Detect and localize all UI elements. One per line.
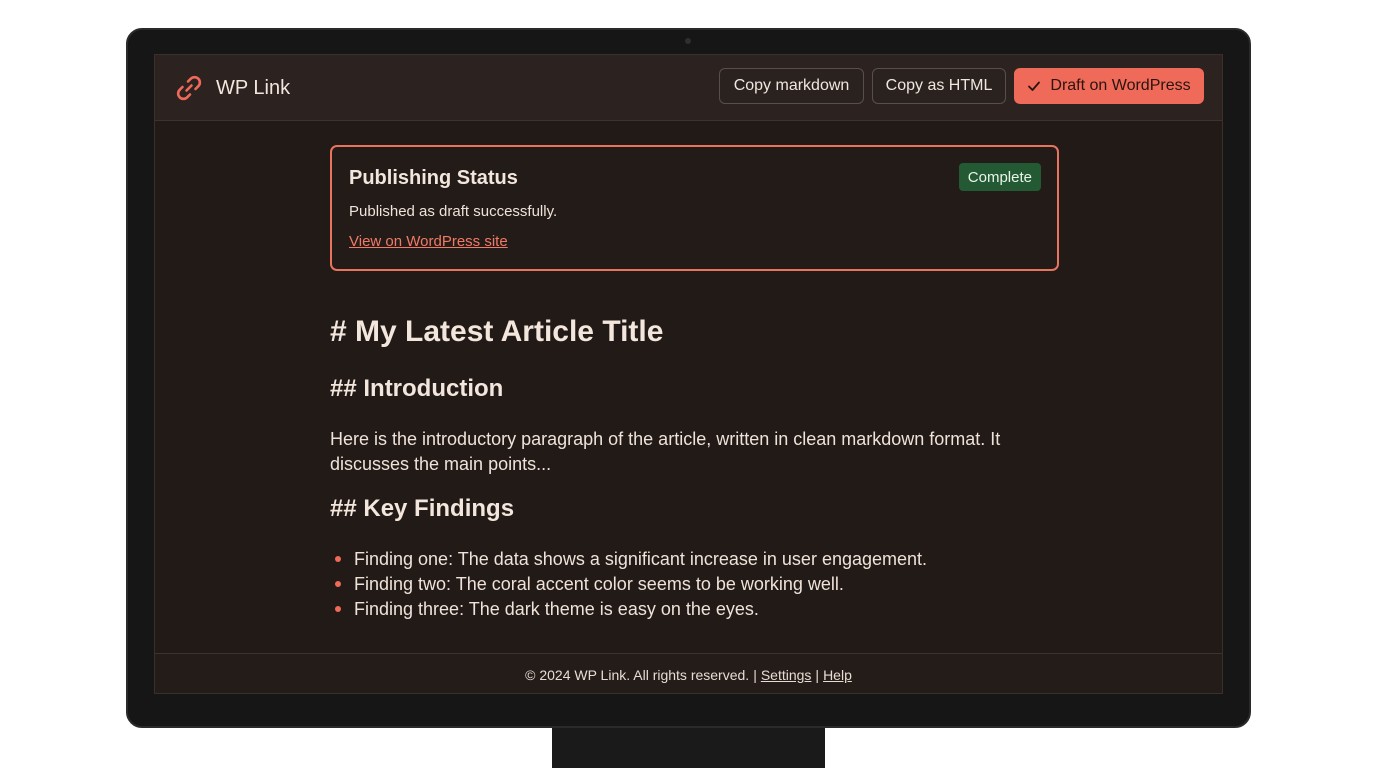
bullet-icon: [335, 606, 341, 612]
view-on-wordpress-link[interactable]: View on WordPress site: [349, 233, 508, 250]
bullet-icon: [335, 556, 341, 562]
status-title: Publishing Status: [349, 167, 518, 189]
monitor-stand: [552, 728, 825, 768]
copy-markdown-label: Copy markdown: [733, 77, 850, 94]
finding-text: Finding one: The data shows a significan…: [354, 549, 928, 569]
introduction-heading: ## Introduction: [330, 375, 504, 402]
list-item: Finding two: The coral accent color seem…: [330, 572, 927, 597]
app-screen: WP Link Copy markdown Copy as HTML Draft…: [154, 54, 1223, 694]
settings-link[interactable]: Settings: [761, 667, 812, 683]
copy-html-label: Copy as HTML: [885, 77, 993, 94]
bullet-icon: [335, 581, 341, 587]
draft-label: Draft on WordPress: [1050, 77, 1191, 94]
article-title: # My Latest Article Title: [330, 315, 664, 348]
introduction-paragraph: Here is the introductory paragraph of th…: [330, 429, 1001, 474]
status-badge: Complete: [958, 163, 1041, 191]
list-item: Finding one: The data shows a significan…: [330, 547, 927, 572]
stage: WP Link Copy markdown Copy as HTML Draft…: [0, 0, 1376, 768]
footer: © 2024 WP Link. All rights reserved. | S…: [155, 653, 1222, 693]
copy-html-button[interactable]: Copy as HTML: [872, 68, 1006, 104]
help-link[interactable]: Help: [823, 667, 852, 683]
finding-text: Finding three: The dark theme is easy on…: [354, 599, 759, 619]
check-icon: [1027, 79, 1041, 93]
finding-text: Finding two: The coral accent color seem…: [354, 574, 844, 594]
key-findings-heading: ## Key Findings: [330, 495, 515, 522]
brand[interactable]: WP Link: [173, 71, 290, 105]
publishing-status-card: Publishing Status Complete Published as …: [330, 145, 1059, 271]
status-message: Published as draft successfully.: [349, 203, 558, 220]
findings-list: Finding one: The data shows a significan…: [330, 547, 927, 622]
copy-markdown-button[interactable]: Copy markdown: [719, 68, 864, 104]
footer-separator: |: [815, 666, 820, 683]
footer-separator: |: [753, 666, 757, 683]
link-icon: [173, 72, 205, 104]
copyright-text: © 2024 WP Link. All rights reserved.: [525, 666, 750, 683]
top-bar: WP Link Copy markdown Copy as HTML Draft…: [155, 55, 1222, 121]
camera-dot: [685, 38, 691, 44]
draft-on-wordpress-button[interactable]: Draft on WordPress: [1014, 68, 1204, 104]
list-item: Finding three: The dark theme is easy on…: [330, 597, 927, 622]
app-name: WP Link: [216, 76, 291, 99]
